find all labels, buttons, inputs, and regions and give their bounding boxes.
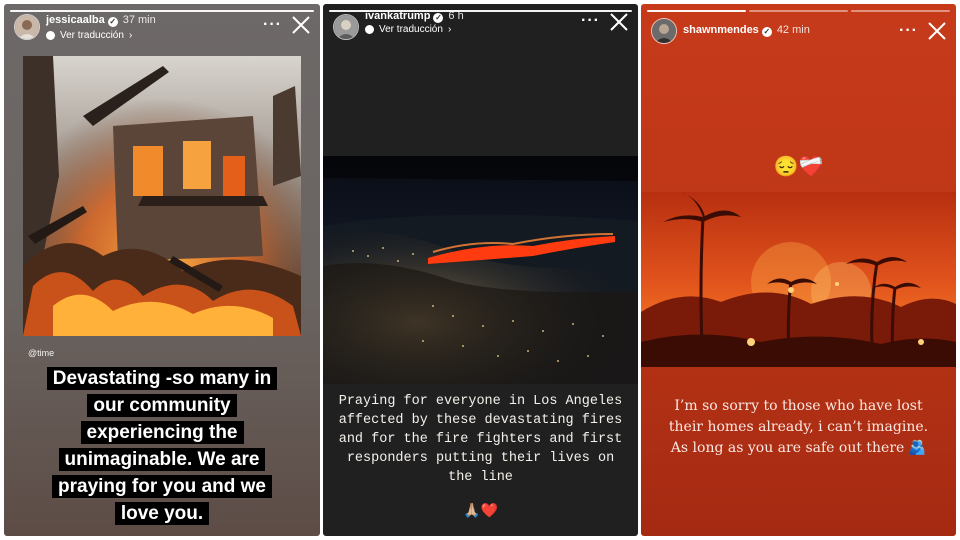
- verified-badge-icon: ✓: [107, 17, 118, 27]
- avatar[interactable]: [651, 18, 677, 44]
- more-options-icon[interactable]: ···: [263, 16, 282, 34]
- verified-badge-icon: ✓: [761, 27, 772, 37]
- story-ivankatrump[interactable]: ivankatrump ✓ 6 h Ver traducción › ··· P…: [323, 4, 638, 536]
- story-caption: Devastating -so many in our community ex…: [10, 366, 314, 528]
- photo-credit[interactable]: @time: [28, 348, 54, 358]
- username[interactable]: shawnmendes ✓ 42 min: [683, 24, 810, 37]
- story-header: jessicaalba ✓ 37 min Ver traducción › ···: [12, 12, 314, 46]
- caption-line: unimaginable. We are: [58, 448, 266, 471]
- chevron-right-icon: ›: [128, 30, 133, 41]
- caption-line: love you.: [114, 502, 210, 525]
- post-time: 37 min: [122, 14, 156, 26]
- story-caption: I’m so sorry to those who have lost thei…: [668, 398, 929, 456]
- close-icon[interactable]: [926, 20, 948, 42]
- avatar[interactable]: [14, 14, 40, 40]
- globe-icon: [46, 31, 55, 40]
- post-time: 6 h: [448, 10, 464, 22]
- aerial-fire-photo: [323, 156, 638, 384]
- caption-line: Devastating -so many in: [46, 367, 278, 390]
- chevron-right-icon: ›: [447, 24, 452, 35]
- story-header: shawnmendes ✓ 42 min ···: [649, 12, 950, 46]
- caption-line: our community: [87, 394, 237, 417]
- close-icon[interactable]: [290, 14, 312, 36]
- prayer-heart-emoji: 🙏🏼❤️: [463, 502, 498, 518]
- translate-link[interactable]: Ver traducción ›: [365, 24, 451, 35]
- translate-link[interactable]: Ver traducción ›: [46, 30, 132, 41]
- more-options-icon[interactable]: ···: [581, 12, 600, 30]
- caption-line: experiencing the: [80, 421, 244, 444]
- caption-line: praying for you and we: [52, 475, 272, 498]
- palm-fire-photo: [641, 192, 956, 367]
- story-jessicaalba[interactable]: jessicaalba ✓ 37 min Ver traducción › ···: [4, 4, 320, 536]
- story-caption: Praying for everyone in Los Angeles affe…: [338, 394, 623, 485]
- username[interactable]: ivankatrump ✓ 6 h: [365, 10, 464, 23]
- burning-house-photo: [23, 56, 301, 336]
- globe-icon: [365, 25, 374, 34]
- close-icon[interactable]: [608, 11, 630, 33]
- avatar[interactable]: [333, 14, 359, 40]
- story-shawnmendes[interactable]: shawnmendes✓42 min ··· 😔❤️‍🩹: [641, 4, 956, 536]
- verified-badge-icon: ✓: [433, 13, 444, 23]
- more-options-icon[interactable]: ···: [899, 22, 918, 40]
- username[interactable]: jessicaalba ✓ 37 min: [46, 14, 156, 27]
- story-header: ivankatrump ✓ 6 h Ver traducción › ···: [331, 10, 632, 46]
- sad-heart-emoji: 😔❤️‍🩹: [773, 156, 824, 178]
- post-time: 42 min: [776, 24, 810, 36]
